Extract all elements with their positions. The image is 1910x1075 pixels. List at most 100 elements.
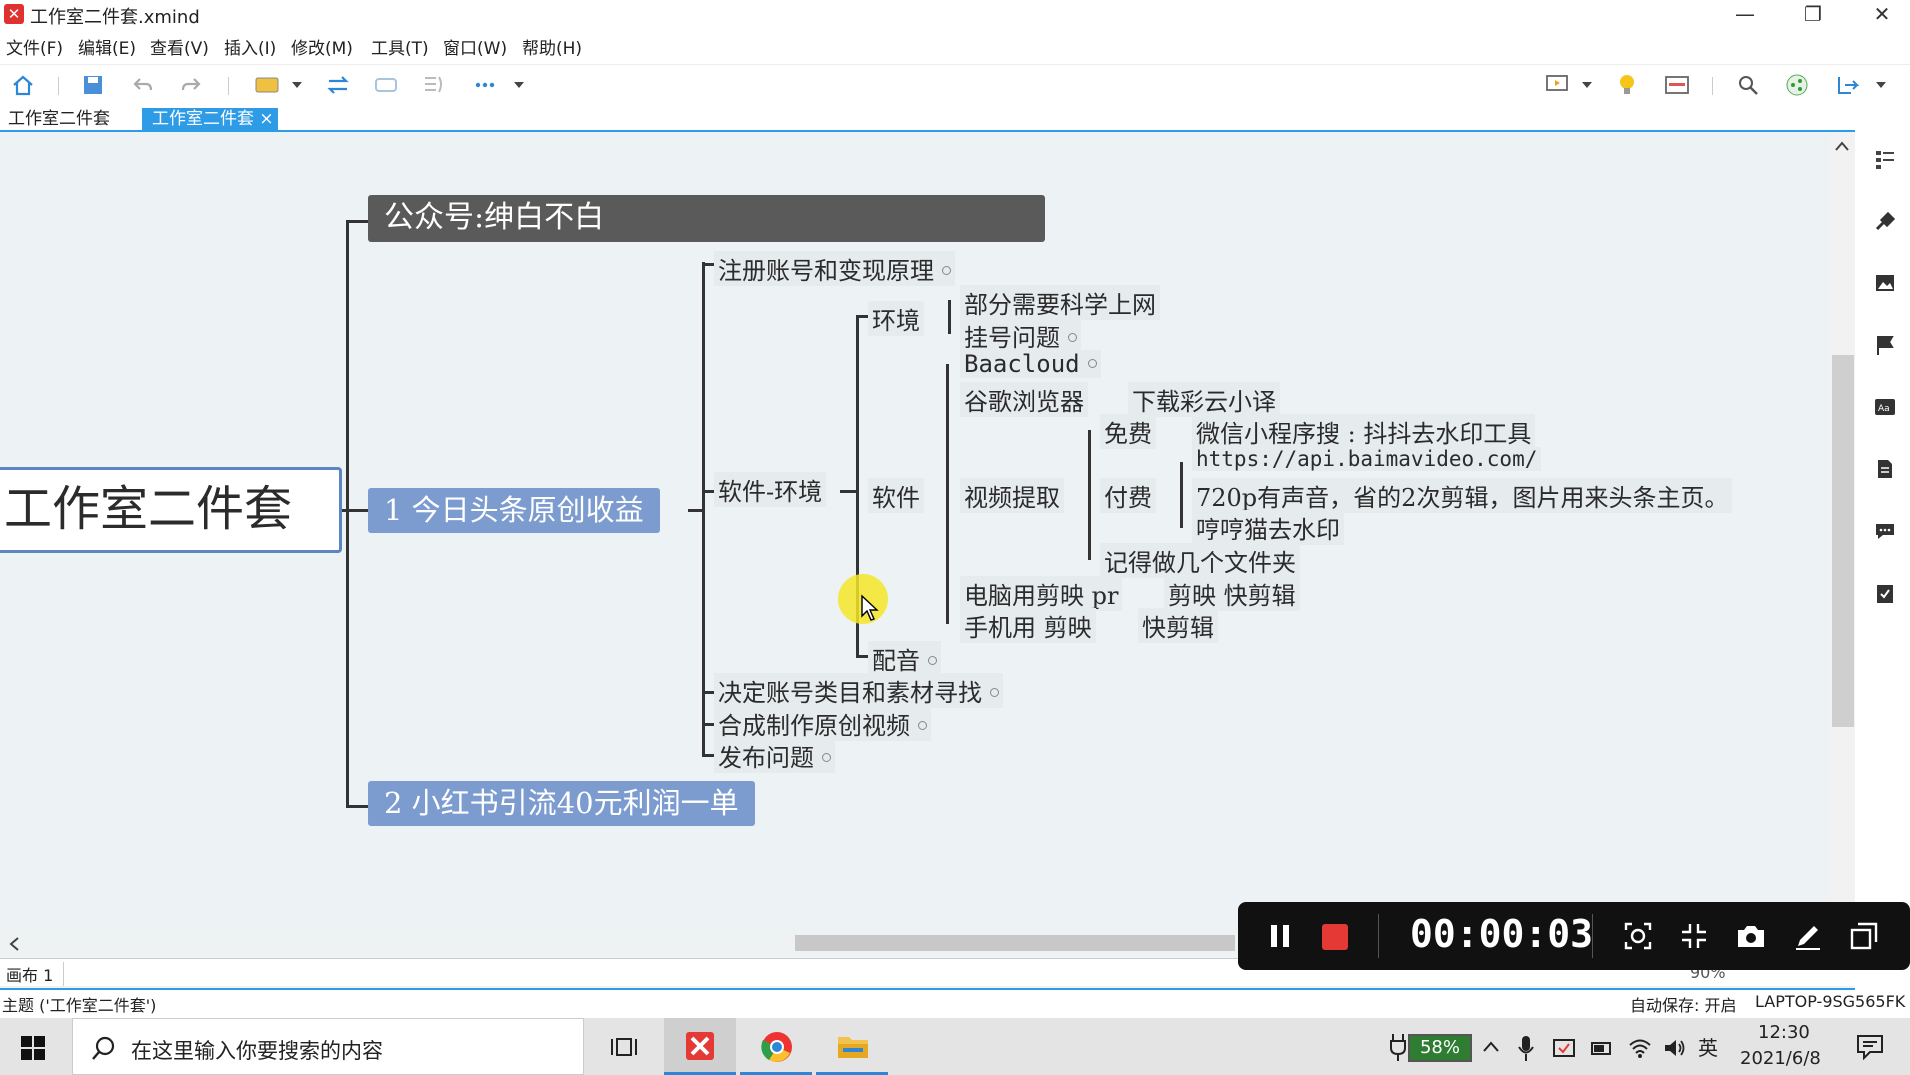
tab-close-icon[interactable]: × <box>259 109 273 129</box>
export-icon[interactable] <box>1834 73 1860 97</box>
summary-icon[interactable] <box>421 73 447 97</box>
tab-workspace-1[interactable]: 工作室二件套 <box>4 108 114 130</box>
central-topic[interactable]: 工作室二件套 <box>0 467 342 553</box>
topic-paid-720[interactable]: 720p有声音，省的2次剪辑，图片用来头条主页。 <box>1192 478 1733 513</box>
close-button[interactable]: ✕ <box>1852 0 1910 30</box>
tab-workspace-2[interactable]: 工作室二件套 × <box>142 108 278 130</box>
menu-modify[interactable]: 修改(M) <box>291 34 353 59</box>
taskbar-explorer[interactable] <box>816 1018 888 1075</box>
menu-insert[interactable]: 插入(I) <box>224 34 276 59</box>
sheet-tab[interactable]: 画布 1 <box>6 962 65 986</box>
topic-publish[interactable]: 发布问题 <box>714 738 835 773</box>
window-mode-icon[interactable] <box>1850 922 1878 950</box>
style-icon[interactable]: Aa <box>1874 396 1896 418</box>
microphone-icon[interactable] <box>1518 1034 1534 1062</box>
collapse-icon[interactable] <box>928 656 937 665</box>
topic-video-extract[interactable]: 视频提取 <box>960 478 1064 513</box>
wifi-icon[interactable] <box>1628 1036 1652 1060</box>
main-topic-toutiao[interactable]: 1 今日头条原创收益 <box>368 488 660 533</box>
topic-pc-edit[interactable]: 电脑用剪映 pr <box>960 576 1123 611</box>
battery-tray-icon[interactable] <box>1590 1036 1614 1060</box>
image-icon[interactable] <box>1874 272 1896 294</box>
stop-record-icon[interactable] <box>1322 924 1348 950</box>
screenshot-region-icon[interactable] <box>1624 922 1652 950</box>
main-topic-xiaohongshu[interactable]: 2 小红书引流40元利润一单 <box>368 781 755 826</box>
search-icon[interactable] <box>1735 73 1761 97</box>
pause-icon[interactable] <box>1268 922 1292 950</box>
marker-flag-icon[interactable] <box>1874 334 1896 356</box>
volume-icon[interactable] <box>1662 1036 1686 1060</box>
restore-button[interactable]: ❐ <box>1783 0 1843 30</box>
taskbar-chrome[interactable] <box>740 1018 812 1075</box>
topic-software[interactable]: 软件 <box>868 478 924 513</box>
chevron-down-icon[interactable] <box>1874 73 1888 97</box>
minimize-button[interactable]: — <box>1715 0 1775 30</box>
layout-icon[interactable] <box>1664 73 1690 97</box>
topic-env-hang[interactable]: 挂号问题 <box>960 318 1081 353</box>
horizontal-scrollbar[interactable] <box>0 932 1240 954</box>
redo-icon[interactable] <box>178 73 204 97</box>
topic-paid-hengheng[interactable]: 哼哼猫去水印 <box>1192 510 1344 545</box>
topic-chrome-download[interactable]: 下载彩云小译 <box>1128 382 1280 417</box>
topic-chrome[interactable]: 谷歌浏览器 <box>960 382 1088 417</box>
topic-decide[interactable]: 决定账号类目和素材寻找 <box>714 673 1003 708</box>
scroll-up-icon[interactable] <box>1834 140 1850 152</box>
menu-window[interactable]: 窗口(W) <box>443 34 507 59</box>
topic-baacloud[interactable]: Baacloud <box>960 350 1101 378</box>
save-icon[interactable] <box>80 73 106 97</box>
taskbar-search-box[interactable]: 在这里输入你要搜索的内容 <box>72 1018 584 1075</box>
notification-icon[interactable] <box>1856 1034 1884 1060</box>
topic-free[interactable]: 免费 <box>1100 414 1156 449</box>
task-view-icon[interactable] <box>610 1034 638 1060</box>
sync-icon[interactable] <box>1552 1036 1576 1060</box>
topic-compose[interactable]: 合成制作原创视频 <box>714 706 931 741</box>
topic-phone-edit[interactable]: 手机用 剪映 <box>960 608 1096 643</box>
task-icon[interactable] <box>1874 582 1896 604</box>
comment-icon[interactable] <box>1874 520 1896 542</box>
minimize-panel-icon[interactable] <box>1680 922 1708 950</box>
horizontal-scrollbar-thumb[interactable] <box>795 935 1235 951</box>
share-icon[interactable] <box>1784 73 1810 97</box>
chevron-down-icon[interactable] <box>290 73 304 97</box>
chevron-up-icon[interactable] <box>1482 1040 1500 1054</box>
outline-icon[interactable] <box>1874 148 1896 170</box>
menu-file[interactable]: 文件(F) <box>6 34 63 59</box>
menu-edit[interactable]: 编辑(E) <box>78 34 136 59</box>
topic-env[interactable]: 环境 <box>868 301 924 336</box>
topic-software-env[interactable]: 软件-环境 <box>714 472 827 507</box>
home-icon[interactable] <box>10 73 36 97</box>
power-plug-icon[interactable] <box>1388 1032 1408 1062</box>
menu-tools[interactable]: 工具(T) <box>371 34 429 59</box>
topic-folders[interactable]: 记得做几个文件夹 <box>1100 543 1300 578</box>
topic-paid[interactable]: 付费 <box>1100 478 1156 513</box>
format-brush-icon[interactable] <box>1874 210 1896 232</box>
topic-phone-edit-value[interactable]: 快剪辑 <box>1138 608 1218 643</box>
lightbulb-icon[interactable] <box>1614 73 1640 97</box>
pen-icon[interactable] <box>1794 922 1822 950</box>
topic-pc-edit-value[interactable]: 剪映 快剪辑 <box>1164 576 1300 611</box>
relationship-icon[interactable] <box>325 73 351 97</box>
collapse-icon[interactable] <box>1087 358 1097 368</box>
presentation-icon[interactable] <box>1545 73 1571 97</box>
battery-indicator[interactable]: 58% <box>1408 1034 1472 1062</box>
collapse-icon[interactable] <box>1068 333 1077 342</box>
more-icon[interactable] <box>472 73 498 97</box>
windows-start-icon[interactable] <box>20 1035 46 1061</box>
taskbar-xmind[interactable] <box>664 1018 736 1075</box>
chevron-down-icon[interactable] <box>512 73 526 97</box>
scroll-left-icon[interactable] <box>8 936 20 952</box>
topic-register[interactable]: 注册账号和变现原理 <box>714 251 955 286</box>
notes-icon[interactable] <box>1874 458 1896 480</box>
topic-env-need[interactable]: 部分需要科学上网 <box>960 285 1160 320</box>
clock-time[interactable]: 12:30 <box>1758 1022 1810 1043</box>
vertical-scrollbar-thumb[interactable] <box>1832 355 1854 727</box>
chevron-down-icon[interactable] <box>1580 73 1594 97</box>
menu-help[interactable]: 帮助(H) <box>522 34 582 59</box>
topic-paid-url[interactable]: https://api.baimavideo.com/ <box>1192 447 1542 471</box>
topic-dub[interactable]: 配音 <box>868 641 941 676</box>
menu-view[interactable]: 查看(V) <box>150 34 209 59</box>
boundary-icon[interactable] <box>373 73 399 97</box>
collapse-icon[interactable] <box>918 721 927 730</box>
camera-icon[interactable] <box>1736 922 1766 950</box>
collapse-icon[interactable] <box>822 753 831 762</box>
